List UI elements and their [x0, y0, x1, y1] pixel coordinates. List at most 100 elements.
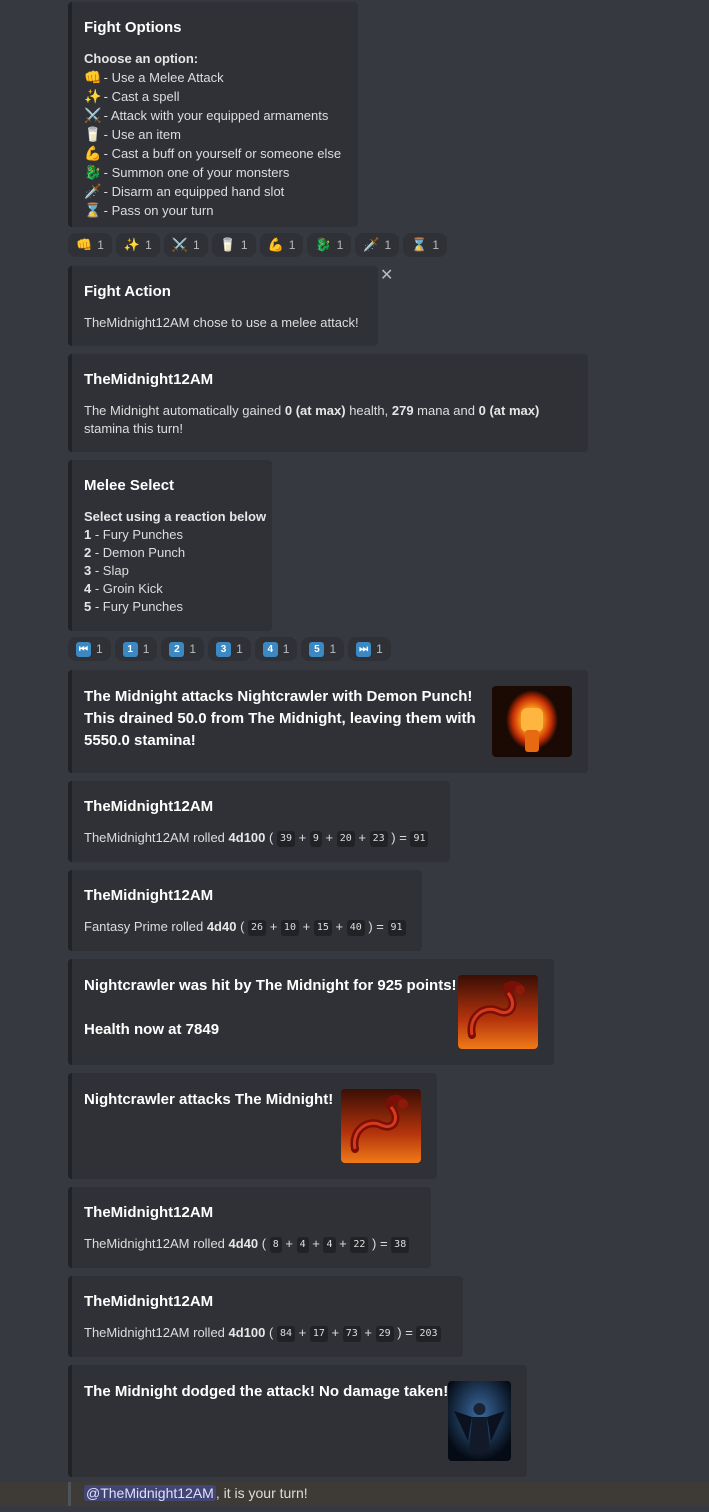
embed-description: TheMidnight12AM chose to use a melee att…: [84, 315, 359, 330]
reaction-five[interactable]: 51: [301, 637, 345, 661]
previous-track-icon: ⏮: [76, 641, 91, 657]
reaction-count: 1: [432, 238, 439, 252]
roll-total: 91: [410, 831, 429, 847]
reaction-swords[interactable]: ⚔️ 1: [163, 233, 208, 257]
keycap-4-icon: 4: [262, 641, 278, 657]
melee-option: 3 - Slap: [84, 562, 256, 580]
the-midnight-avatar-image: [448, 1381, 511, 1461]
plus-sign: +: [312, 1236, 320, 1251]
reaction-count: 1: [376, 642, 383, 656]
dice-notation: 4d100: [228, 1325, 266, 1340]
plus-sign: +: [325, 830, 334, 845]
reaction-one[interactable]: 11: [114, 637, 158, 661]
mention-highlight-edge: [68, 1482, 71, 1506]
dragon-icon: 🐉: [315, 237, 332, 252]
next-track-icon: ⏭: [356, 641, 372, 657]
roll-result: TheMidnight12AM rolled 4d100 ( 39 + 9 + …: [84, 829, 434, 847]
crossed-swords-icon: ⚔️: [171, 237, 188, 252]
regen-text: health,: [345, 403, 392, 418]
roll-total: 38: [391, 1237, 410, 1253]
counter-embed: Nightcrawler attacks The Midnight!: [68, 1073, 437, 1179]
embed-title: Fight Action: [84, 283, 171, 300]
die-value: 23: [369, 831, 388, 847]
reaction-count: 1: [142, 642, 150, 656]
die-value: 26: [248, 920, 267, 936]
keycap-5-icon: 5: [309, 641, 325, 657]
regen-embed: TheMidnight12AM The Midnight automatical…: [68, 354, 588, 452]
die-value: 15: [313, 920, 332, 936]
die-value: 4: [323, 1237, 336, 1253]
roll-text: ) =: [393, 1325, 417, 1340]
reaction-count: 1: [145, 238, 152, 252]
embed-title: TheMidnight12AM: [84, 1204, 214, 1221]
die-value: 22: [350, 1237, 369, 1253]
embed-description: Select using a reaction below 1 - Fury P…: [84, 508, 267, 616]
demon-punch-embed: The Midnight attacks Nightcrawler with D…: [68, 670, 588, 773]
roll-text: TheMidnight12AM rolled: [84, 1236, 229, 1251]
user-mention[interactable]: @TheMidnight12AM: [84, 1485, 216, 1501]
option-disarm: 🗡️ - Disarm an equipped hand slot: [84, 182, 342, 201]
reaction-previous[interactable]: ⏮ 1: [68, 637, 111, 661]
embed-title: TheMidnight12AM: [84, 371, 214, 388]
reaction-punch[interactable]: 👊 1: [68, 233, 112, 257]
keycap-3-icon: 3: [216, 641, 232, 657]
health-gain: 0 (at max): [284, 403, 346, 418]
glass-icon: 🥛: [84, 126, 102, 142]
plus-sign: +: [358, 830, 366, 845]
embed-subtitle: Select using a reaction below: [84, 509, 267, 524]
reaction-bicep[interactable]: 💪 1: [259, 233, 304, 257]
reaction-count: 1: [336, 238, 344, 252]
reaction-sparkles[interactable]: ✨ 1: [115, 233, 160, 257]
plus-sign: +: [339, 1236, 347, 1251]
option-armaments: ⚔️ - Attack with your equipped armaments: [84, 106, 342, 125]
roll-result: TheMidnight12AM rolled 4d100 ( 84 + 17 +…: [84, 1324, 447, 1342]
option-label: - Slap: [91, 563, 129, 578]
roll-text: (: [265, 1325, 277, 1340]
nightcrawler-image: [341, 1089, 421, 1163]
close-icon[interactable]: ✕: [380, 265, 393, 285]
plus-sign: +: [335, 919, 344, 934]
option-label: - Fury Punches: [91, 527, 183, 542]
dice-notation: 4d40: [228, 1236, 259, 1251]
die-value: 20: [336, 831, 355, 847]
mana-gain: 279: [391, 403, 414, 418]
die-value: 10: [280, 920, 299, 936]
dice-notation: 4d100: [228, 830, 266, 845]
embed-subtitle: Choose an option:: [84, 51, 199, 66]
reaction-dagger[interactable]: 🗡️ 1: [355, 233, 400, 257]
reaction-dragon[interactable]: 🐉 1: [307, 233, 352, 257]
mention-message: @TheMidnight12AM, it is your turn!: [0, 1482, 709, 1506]
roll-embed: TheMidnight12AM TheMidnight12AM rolled 4…: [68, 1187, 431, 1268]
embed-title: Melee Select: [84, 477, 175, 494]
reaction-count: 1: [384, 238, 392, 252]
reaction-count: 1: [282, 642, 290, 656]
plus-sign: +: [331, 1325, 340, 1340]
plus-sign: +: [298, 830, 307, 845]
reaction-count: 1: [97, 238, 104, 252]
option-label: - Pass on your turn: [103, 203, 214, 218]
hourglass-icon: ⌛: [411, 237, 428, 252]
melee-option: 2 - Demon Punch: [84, 544, 256, 562]
option-label: - Disarm an equipped hand slot: [103, 184, 285, 199]
melee-option: 5 - Fury Punches: [84, 598, 256, 616]
reaction-count: 1: [192, 238, 200, 252]
sparkles-icon: ✨: [84, 88, 102, 104]
punch-icon: 👊: [84, 69, 102, 85]
reaction-four[interactable]: 41: [254, 637, 298, 661]
melee-option: 1 - Fury Punches: [84, 526, 256, 544]
reaction-next[interactable]: ⏭ 1: [348, 637, 391, 661]
flexed-bicep-icon: 💪: [84, 145, 102, 161]
plus-sign: +: [285, 1236, 293, 1251]
option-label: - Cast a buff on yourself or someone els…: [103, 146, 342, 161]
roll-text: (: [236, 919, 249, 934]
reaction-glass[interactable]: 🥛 1: [211, 233, 256, 257]
embed-title: TheMidnight12AM: [84, 798, 214, 815]
option-item: 🥛 - Use an item: [84, 125, 342, 144]
plus-sign: +: [364, 1325, 373, 1340]
reaction-hourglass[interactable]: ⌛ 1: [403, 233, 447, 257]
option-label: - Groin Kick: [91, 581, 163, 596]
reaction-three[interactable]: 31: [208, 637, 251, 661]
hourglass-icon: ⌛: [84, 202, 102, 218]
embed-description: The Midnight automatically gained 0 (at …: [84, 402, 572, 438]
reaction-two[interactable]: 21: [161, 637, 205, 661]
